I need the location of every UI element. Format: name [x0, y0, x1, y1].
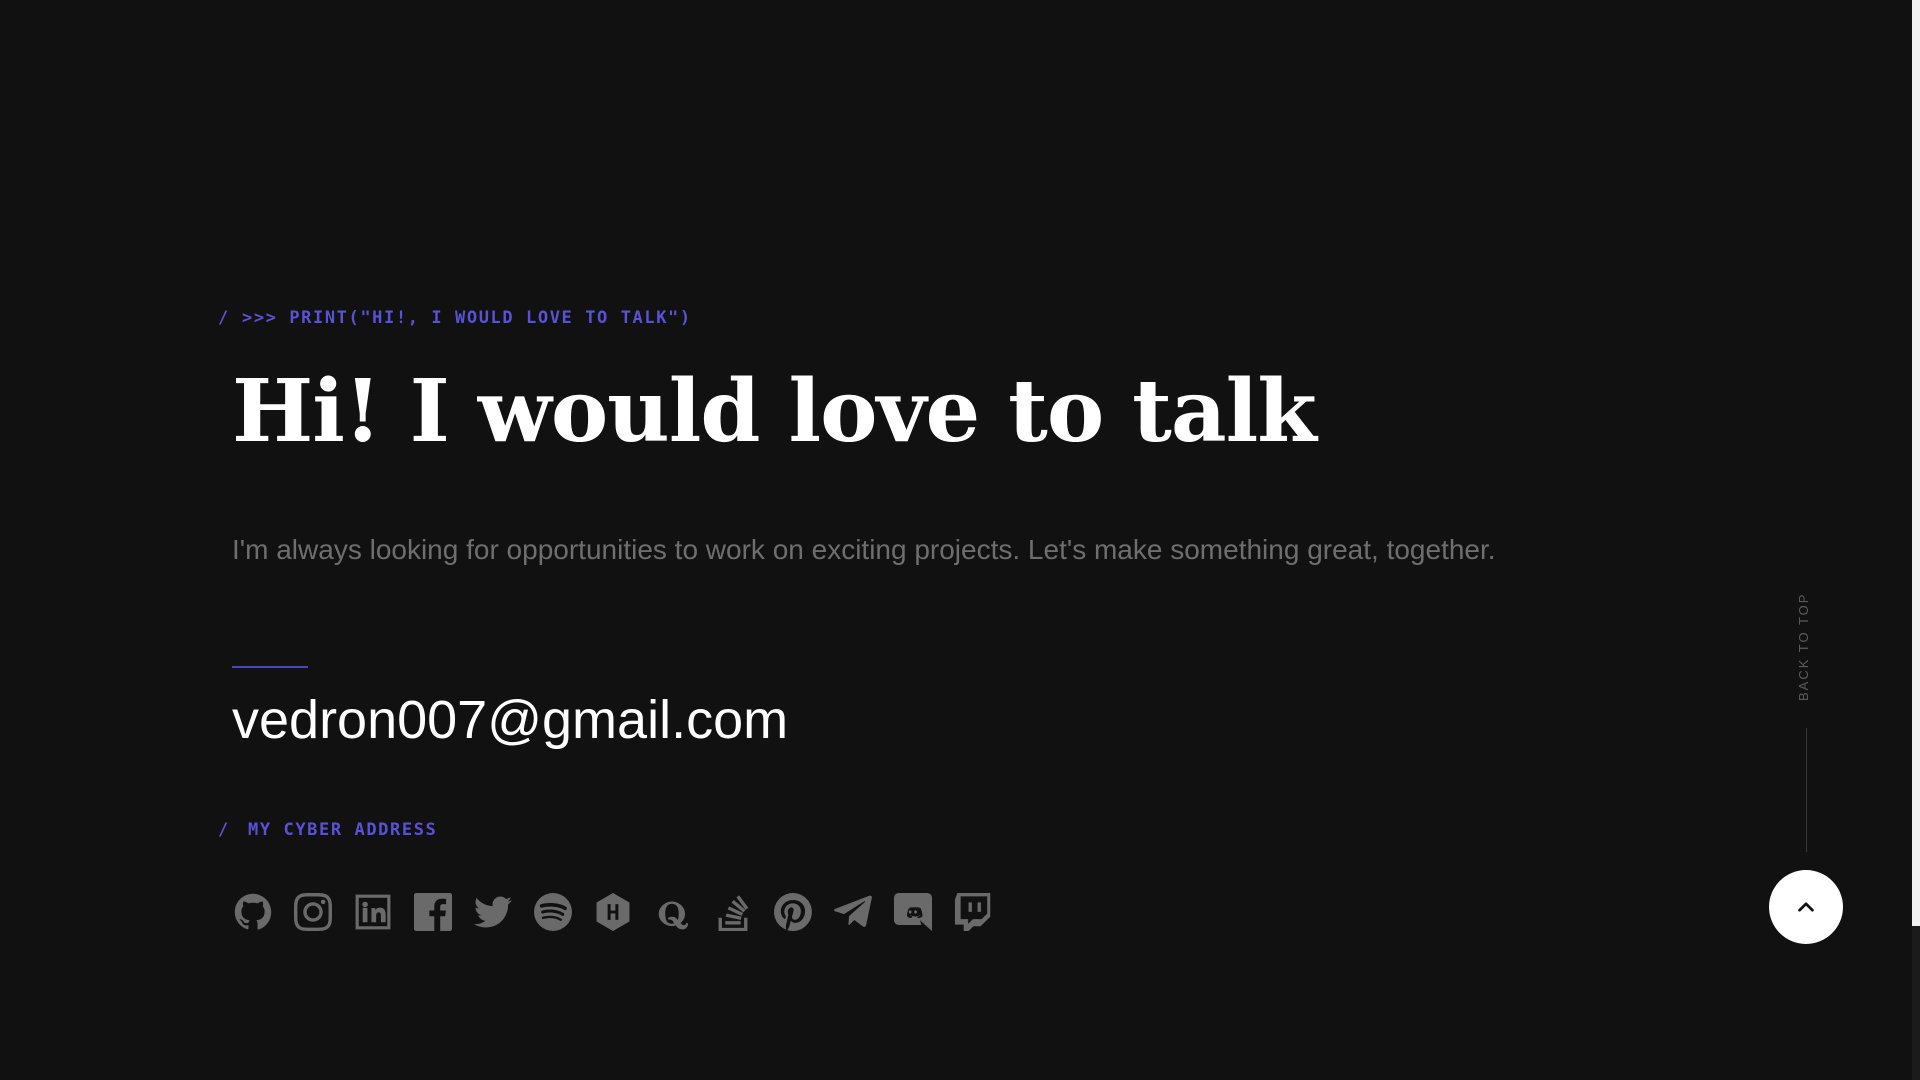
contact-section: / >>> PRINT("HI!, I WOULD LOVE TO TALK")… [218, 300, 1618, 934]
instagram-icon [294, 893, 332, 931]
stackoverflow-link[interactable] [714, 890, 774, 934]
twitch-link[interactable] [954, 890, 1014, 934]
section-eyebrow: / >>> PRINT("HI!, I WOULD LOVE TO TALK") [218, 300, 1618, 336]
twitch-icon [954, 893, 991, 931]
spotify-link[interactable] [534, 890, 594, 934]
instagram-link[interactable] [294, 890, 354, 934]
telegram-icon [834, 895, 872, 927]
pinterest-icon [774, 893, 812, 931]
back-to-top-line [1806, 728, 1807, 852]
back-to-top-label[interactable]: BACK TO TOP [1796, 590, 1816, 704]
back-to-top-button[interactable] [1769, 870, 1843, 944]
telegram-link[interactable] [834, 890, 894, 934]
lead-text: I'm always looking for opportunities to … [232, 534, 1496, 565]
quora-icon [658, 901, 689, 930]
hashnode-link[interactable] [594, 890, 654, 934]
facebook-icon [414, 893, 452, 931]
linkedin-icon [355, 894, 391, 930]
discord-icon [894, 893, 932, 931]
github-link[interactable] [234, 890, 294, 934]
facebook-link[interactable] [414, 890, 474, 934]
cyber-address-label: MY CYBER ADDRESS [248, 820, 438, 840]
pinterest-link[interactable] [774, 890, 834, 934]
cyber-slash: / [218, 820, 230, 840]
eyebrow-slash: / [218, 308, 230, 328]
github-icon [234, 893, 272, 930]
accent-divider [232, 666, 308, 668]
eyebrow-text: >>> PRINT("HI!, I WOULD LOVE TO TALK") [242, 308, 692, 328]
twitter-link[interactable] [474, 890, 534, 934]
linkedin-link[interactable] [354, 890, 414, 934]
page-title: Hi! I would love to talk [232, 361, 1317, 462]
social-links [234, 890, 1618, 934]
hashnode-icon [596, 893, 630, 931]
email-link[interactable]: vedron007@gmail.com [232, 688, 1618, 752]
twitter-icon [474, 896, 512, 928]
cyber-address-eyebrow: / MY CYBER ADDRESS [218, 812, 1618, 848]
spotify-icon [534, 893, 572, 931]
discord-link[interactable] [894, 890, 954, 934]
scrollbar[interactable] [1912, 0, 1920, 1080]
quora-link[interactable] [654, 890, 714, 934]
stackoverflow-icon [718, 895, 749, 931]
scrollbar-thumb[interactable] [1912, 0, 1920, 926]
chevron-up-icon [1798, 902, 1814, 912]
contact-page: / >>> PRINT("HI!, I WOULD LOVE TO TALK")… [0, 0, 1920, 1080]
